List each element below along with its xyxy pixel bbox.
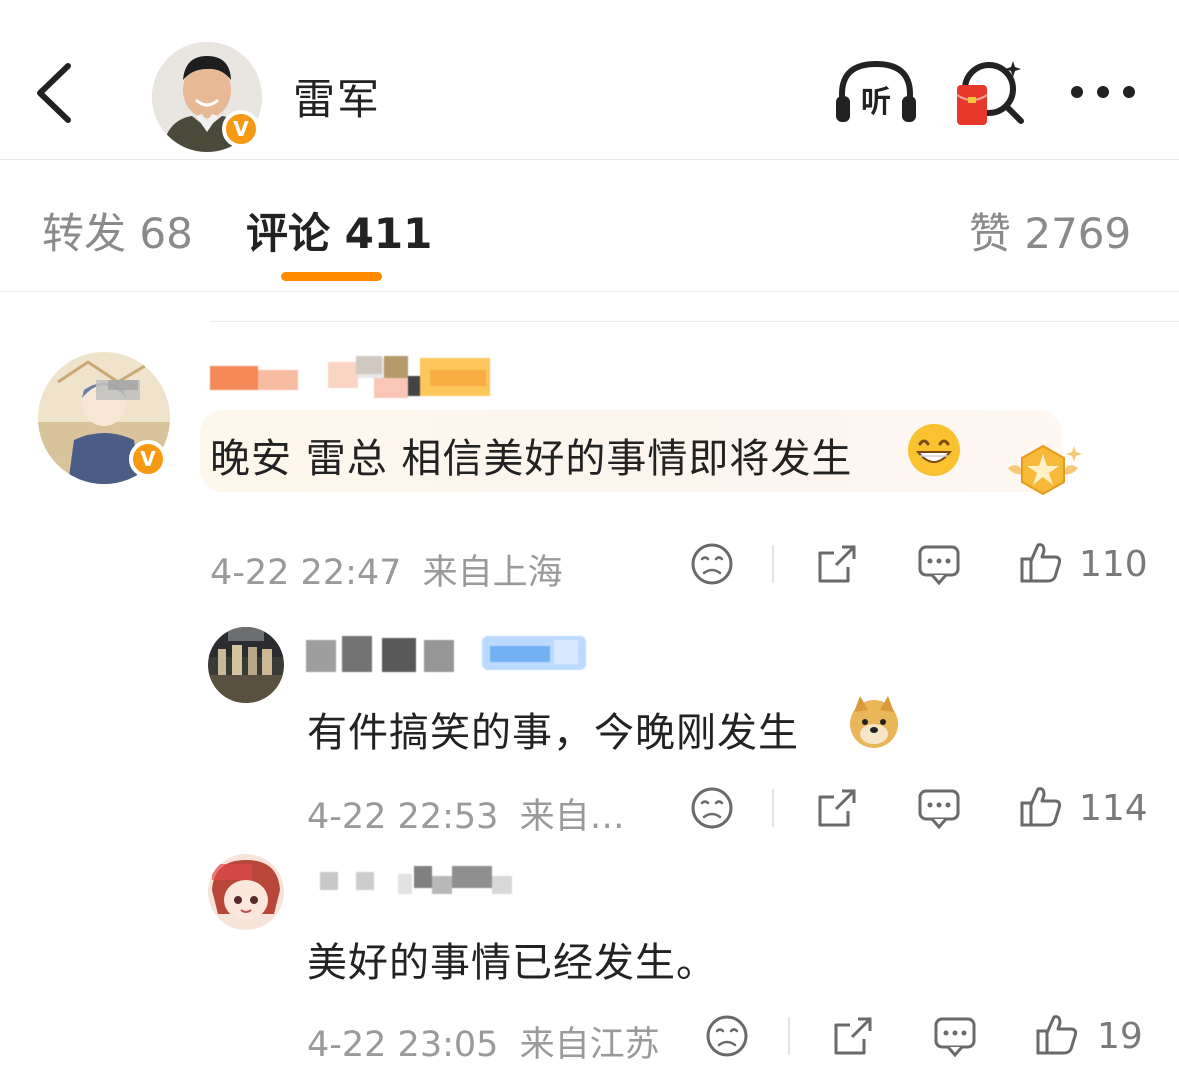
dislike-face-icon[interactable] <box>689 541 735 587</box>
doge-emoji-icon <box>850 696 898 748</box>
comment-location: 来自江苏 <box>519 1025 660 1065</box>
comment-location: 来自… <box>519 797 625 837</box>
reply-comment-icon[interactable] <box>916 785 962 831</box>
reply-comment-icon[interactable] <box>916 541 962 587</box>
comment-text: 晚安 雷总 相信美好的事情即将发生 <box>210 436 853 482</box>
divider <box>210 321 1179 322</box>
thumbs-up-icon[interactable] <box>1018 539 1064 585</box>
thumbs-up-icon[interactable] <box>1018 783 1064 829</box>
listen-headphones-icon[interactable]: 听 <box>834 58 918 126</box>
svg-text:听: 听 <box>861 85 891 120</box>
page-title: 雷军 <box>293 75 382 124</box>
action-separator <box>788 1017 790 1055</box>
gold-medal-badge-icon <box>1008 444 1082 496</box>
share-icon[interactable] <box>814 785 860 831</box>
top-nav-bar: V 雷军 听 <box>0 0 1179 160</box>
grin-emoji-icon <box>908 424 960 476</box>
red-packet-search-icon[interactable] <box>955 55 1027 130</box>
username-obscured[interactable] <box>208 356 498 400</box>
action-separator <box>772 545 774 583</box>
comment-location: 来自上海 <box>422 553 563 593</box>
comment-text: 美好的事情已经发生。 <box>307 940 717 986</box>
verified-badge: V <box>222 110 260 148</box>
tab-comments[interactable]: 评论 411 <box>246 200 432 261</box>
tab-reposts[interactable]: 转发 68 <box>42 200 193 261</box>
comment-time: 4-22 22:47 <box>210 553 402 593</box>
active-tab-indicator <box>281 272 382 281</box>
comment-text: 有件搞笑的事，今晚刚发生 <box>307 710 799 756</box>
action-separator <box>772 789 774 827</box>
verified-badge: V <box>129 440 167 478</box>
comment-meta: 4-22 22:47 来自上海 <box>210 544 563 595</box>
avatar[interactable] <box>208 627 284 703</box>
username-obscured[interactable] <box>318 862 514 906</box>
share-icon[interactable] <box>814 541 860 587</box>
dislike-face-icon[interactable] <box>689 785 735 831</box>
like-count: 114 <box>1079 788 1148 829</box>
more-options-icon[interactable] <box>1068 80 1138 104</box>
share-icon[interactable] <box>830 1013 876 1059</box>
like-count: 110 <box>1079 544 1148 585</box>
avatar[interactable] <box>208 854 284 930</box>
comment-time: 4-22 22:53 <box>307 797 499 837</box>
username-obscured[interactable] <box>302 632 586 676</box>
thumbs-up-icon[interactable] <box>1034 1011 1080 1057</box>
back-arrow-icon[interactable] <box>28 58 88 128</box>
reply-comment-icon[interactable] <box>932 1013 978 1059</box>
like-count: 19 <box>1097 1016 1143 1057</box>
tab-bar: 转发 68 评论 411 赞 2769 <box>0 160 1179 292</box>
comment-meta: 4-22 23:05 来自江苏 <box>307 1016 660 1067</box>
comment-time: 4-22 23:05 <box>307 1025 499 1065</box>
comment-meta: 4-22 22:53 来自… <box>307 788 625 839</box>
tab-likes[interactable]: 赞 2769 <box>969 200 1131 261</box>
dislike-face-icon[interactable] <box>704 1013 750 1059</box>
